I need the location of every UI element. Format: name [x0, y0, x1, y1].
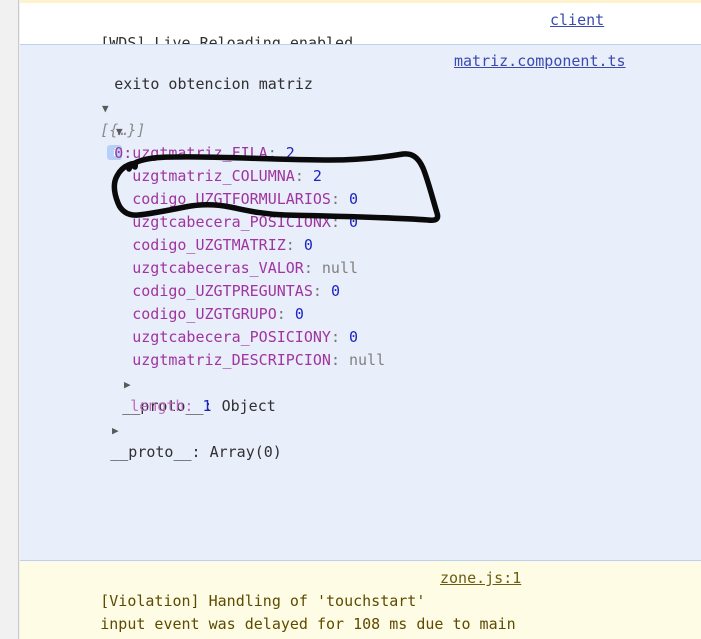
log-line: [WDS] Live Reloading enabled. client: [20, 9, 701, 52]
console-message-info[interactable]: exito obtencion matriz matriz.component.…: [20, 44, 701, 561]
console-message-log[interactable]: [WDS] Live Reloading enabled. client: [20, 0, 701, 52]
console-message-violation[interactable]: [Violation] Handling of 'touchstart' zon…: [20, 561, 701, 639]
proto-array-label: __proto__: Array(0): [110, 442, 282, 461]
console-message-list: [WDS] Live Reloading enabled. client exi…: [20, 0, 701, 639]
object-property-row[interactable]: uzgtmatriz_FILA: 2: [20, 119, 701, 162]
object-property-row[interactable]: codigo_UZGTGRUPO: 0: [20, 280, 701, 323]
array-index-row[interactable]: 0:: [20, 96, 701, 162]
proto-object-row[interactable]: __proto__: Object: [20, 349, 701, 415]
array-preview-row[interactable]: [{…}] i: [20, 73, 701, 161]
devtools-console-panel: [WDS] Live Reloading enabled. client exi…: [0, 0, 701, 639]
violation-line-2: input event was delayed for 108 ms due t…: [20, 590, 701, 633]
object-property-row[interactable]: codigo_UZGTMATRIZ: 0: [20, 211, 701, 254]
array-length-row: length: 1: [20, 372, 701, 415]
object-property-row[interactable]: codigo_UZGTFORMULARIOS: 0: [20, 165, 701, 208]
chevron-right-icon[interactable]: [110, 423, 120, 440]
proto-array-row[interactable]: __proto__: Array(0): [20, 395, 701, 461]
violation-source-link[interactable]: zone.js:1: [440, 567, 521, 590]
log-source-link[interactable]: client: [550, 9, 604, 32]
object-property-row[interactable]: uzgtcabecera_POSICIONY: 0: [20, 303, 701, 346]
object-property-row[interactable]: uzgtmatriz_DESCRIPCION: null: [20, 326, 701, 369]
console-left-gutter: [0, 0, 19, 639]
info-line: exito obtencion matriz matriz.component.…: [20, 50, 701, 93]
object-property-row[interactable]: uzgtcabecera_POSICIONX: 0: [20, 188, 701, 231]
violation-text-line-2: input event was delayed for 108 ms due t…: [100, 614, 516, 633]
info-source-link[interactable]: matriz.component.ts: [454, 50, 626, 73]
object-property-row[interactable]: uzgtmatriz_COLUMNA: 2: [20, 142, 701, 185]
object-property-row[interactable]: codigo_UZGTPREGUNTAS: 0: [20, 257, 701, 300]
violation-line-1: [Violation] Handling of 'touchstart' zon…: [20, 567, 701, 610]
object-property-row[interactable]: uzgtcabeceras_VALOR: null: [20, 234, 701, 277]
